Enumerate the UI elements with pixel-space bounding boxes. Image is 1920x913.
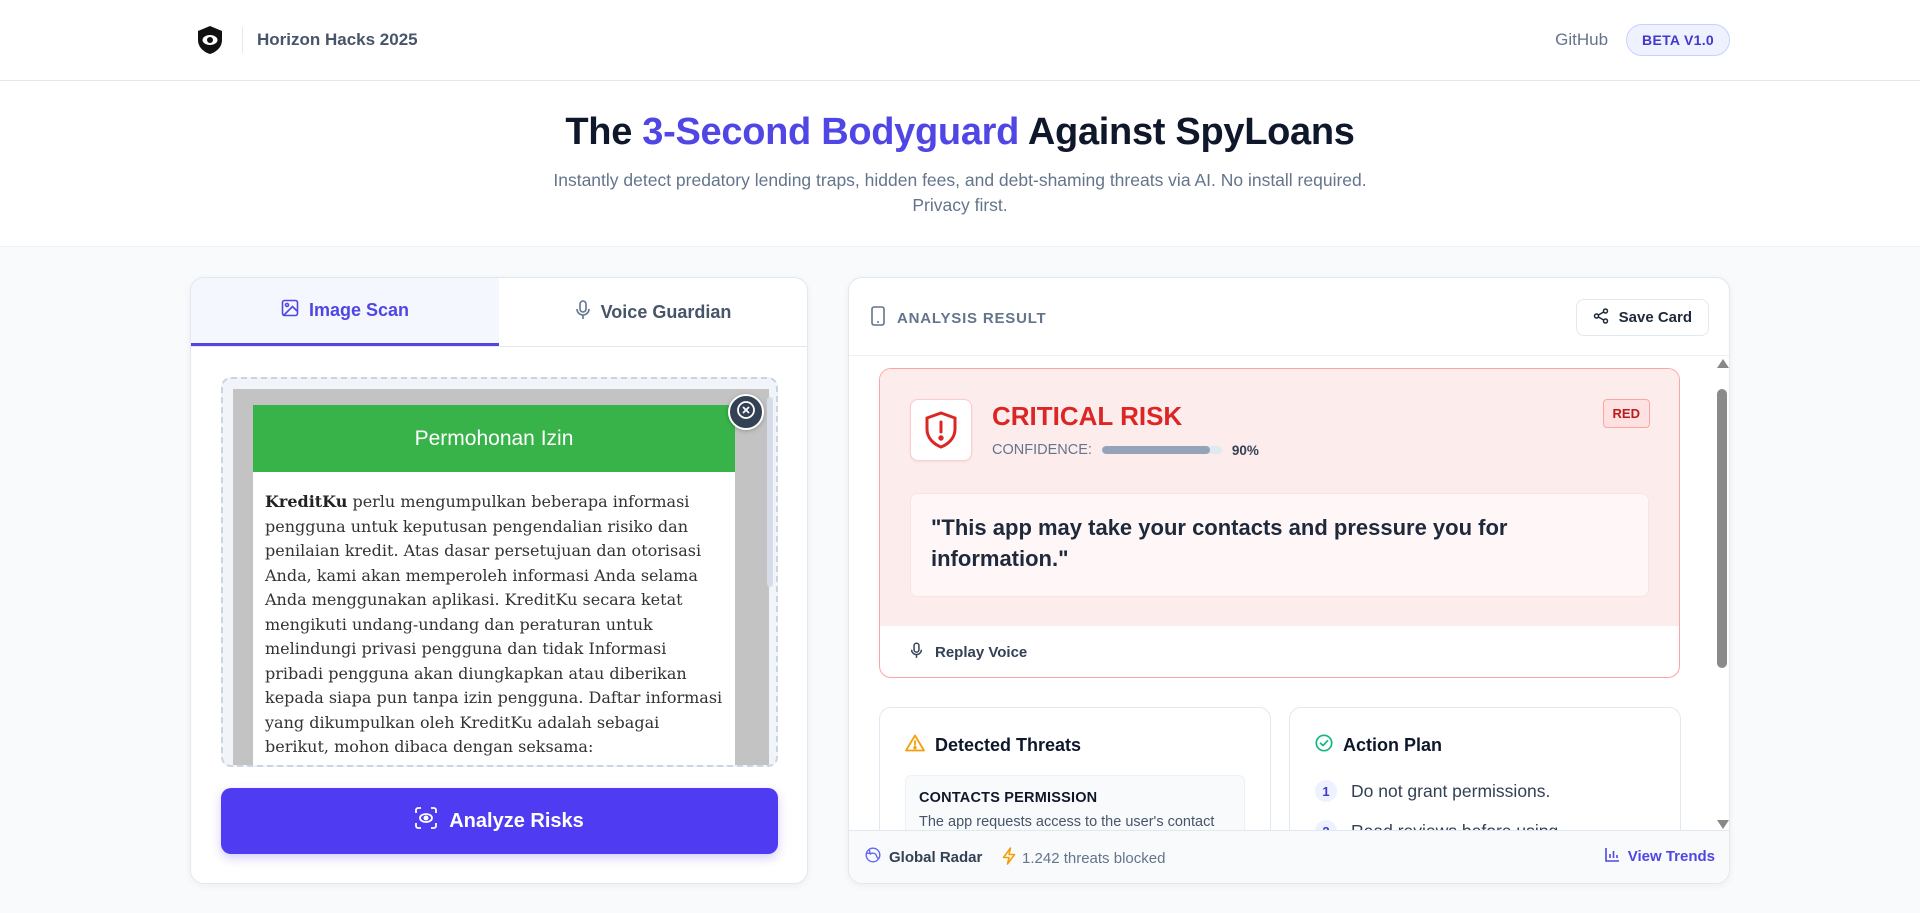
action-list: 1 Do not grant permissions. 2 Read revie…	[1315, 771, 1655, 832]
list-item: 1 Do not grant permissions.	[1315, 771, 1655, 811]
risk-color-badge: RED	[1602, 399, 1650, 428]
replay-voice-label: Replay Voice	[935, 644, 1028, 661]
analysis-result-card: ANALYSIS RESULT Save Card CRITICAL RISK …	[848, 277, 1730, 884]
preview-scrollbar[interactable]	[767, 397, 773, 587]
eye-shield-logo-icon	[194, 24, 226, 56]
confidence-value: 90%	[1231, 442, 1259, 458]
tab-image-scan[interactable]: Image Scan	[191, 278, 499, 346]
scanner-card: Image Scan Voice Guardian Permohonan Izi…	[190, 277, 808, 884]
threat-description: The app requests access to the user's co…	[919, 814, 1215, 830]
tab-voice-guardian-label: Voice Guardian	[600, 301, 732, 322]
scan-mode-tabs: Image Scan Voice Guardian	[191, 278, 807, 347]
action-number: 1	[1315, 780, 1337, 802]
scrollbar-thumb[interactable]	[1717, 389, 1727, 668]
permission-dialog: Permohonan Izin KreditKu perlu mengumpul…	[253, 405, 735, 765]
brand-divider	[242, 27, 243, 53]
bar-chart-icon	[1604, 847, 1620, 866]
save-card-label: Save Card	[1618, 309, 1692, 326]
confidence-bar-fill	[1101, 446, 1210, 454]
remove-image-button[interactable]	[728, 394, 764, 430]
confidence-row: CONFIDENCE: 90%	[992, 442, 1259, 458]
detected-threats-title: Detected Threats	[905, 734, 1245, 757]
result-title: ANALYSIS RESULT	[871, 306, 1047, 330]
image-dropzone[interactable]: Permohonan Izin KreditKu perlu mengumpul…	[221, 377, 778, 767]
brand-name: Horizon Hacks 2025	[257, 30, 418, 49]
threats-blocked-text: 1.242 threats blocked	[1022, 849, 1166, 867]
hero-title: The 3-Second Bodyguard Against SpyLoans	[0, 111, 1920, 154]
threats-blocked-counter: 1.242 threats blocked	[1002, 847, 1165, 869]
screenshot-preview: Permohonan Izin KreditKu perlu mengumpul…	[233, 389, 769, 765]
check-circle-icon	[1315, 734, 1333, 757]
detected-threats-label: Detected Threats	[935, 735, 1082, 755]
action-plan-card: Action Plan 1 Do not grant permissions. …	[1289, 707, 1681, 832]
action-text: Do not grant permissions.	[1351, 780, 1551, 801]
result-scrollbar[interactable]	[1713, 356, 1729, 832]
hero-title-prefix: The	[565, 111, 643, 153]
scan-eye-icon	[415, 807, 438, 835]
lightning-icon	[1002, 847, 1016, 869]
save-card-button[interactable]: Save Card	[1575, 299, 1709, 336]
scroll-up-arrow-icon[interactable]	[1717, 359, 1729, 368]
microphone-icon	[575, 299, 591, 325]
risk-verdict-card: CRITICAL RISK CONFIDENCE: 90% RED "This …	[879, 368, 1680, 678]
threat-item: CONTACTS PERMISSION The app requests acc…	[905, 775, 1245, 832]
view-trends-link[interactable]: View Trends	[1604, 847, 1715, 866]
threat-name: CONTACTS PERMISSION	[919, 790, 1098, 806]
brand[interactable]: Horizon Hacks 2025	[194, 24, 418, 56]
hero-subtitle: Instantly detect predatory lending traps…	[553, 170, 1367, 215]
confidence-label: CONFIDENCE:	[992, 442, 1092, 458]
risk-verdict-top: CRITICAL RISK CONFIDENCE: 90% RED "This …	[880, 369, 1679, 626]
image-icon	[281, 299, 299, 322]
hero-title-accent: 3-Second Bodyguard	[642, 111, 1020, 153]
phone-icon	[871, 306, 885, 330]
action-plan-title: Action Plan	[1315, 734, 1655, 757]
analyze-risks-label: Analyze Risks	[449, 809, 584, 832]
result-scroll-area[interactable]: CRITICAL RISK CONFIDENCE: 90% RED "This …	[849, 356, 1729, 832]
microphone-icon	[910, 642, 923, 663]
permission-dialog-header: Permohonan Izin	[253, 405, 735, 472]
github-link[interactable]: GitHub	[1555, 30, 1608, 50]
action-plan-label: Action Plan	[1343, 735, 1443, 755]
hero-section: The 3-Second Bodyguard Against SpyLoans …	[0, 81, 1920, 247]
result-title-label: ANALYSIS RESULT	[897, 309, 1047, 327]
nav-right: GitHub BETA V1.0	[1555, 24, 1730, 56]
globe-icon	[865, 847, 881, 867]
confidence-bar	[1101, 446, 1222, 454]
share-icon	[1593, 307, 1609, 328]
result-header: ANALYSIS RESULT Save Card	[849, 278, 1729, 356]
list-item: 2 Read reviews before using.	[1315, 811, 1655, 832]
beta-badge: BETA V1.0	[1626, 24, 1730, 56]
global-radar: Global Radar	[865, 847, 982, 867]
danger-shield-icon	[910, 399, 972, 461]
hero-title-suffix: Against SpyLoans	[1019, 111, 1355, 153]
view-trends-label: View Trends	[1627, 848, 1715, 865]
permission-dialog-text: KreditKu perlu mengumpulkan beberapa inf…	[253, 472, 735, 765]
tab-voice-guardian[interactable]: Voice Guardian	[499, 278, 807, 346]
result-footer: Global Radar 1.242 threats blocked View …	[849, 830, 1729, 883]
global-radar-label: Global Radar	[889, 848, 983, 866]
top-navbar: Horizon Hacks 2025 GitHub BETA V1.0	[0, 0, 1920, 81]
detected-threats-card: Detected Threats CONTACTS PERMISSION The…	[879, 707, 1271, 832]
risk-level-title: CRITICAL RISK	[992, 401, 1183, 431]
replay-voice-button[interactable]: Replay Voice	[910, 642, 1027, 663]
tab-image-scan-label: Image Scan	[308, 300, 410, 320]
warning-triangle-icon	[905, 734, 925, 757]
scroll-down-arrow-icon[interactable]	[1717, 820, 1729, 829]
analyze-risks-button[interactable]: Analyze Risks	[221, 788, 778, 854]
risk-summary-quote: "This app may take your contacts and pre…	[910, 493, 1649, 597]
permission-body: perlu mengumpulkan beberapa informasi pe…	[265, 492, 723, 756]
close-circle-icon	[736, 400, 756, 425]
permission-app-name: KreditKu	[265, 492, 348, 511]
